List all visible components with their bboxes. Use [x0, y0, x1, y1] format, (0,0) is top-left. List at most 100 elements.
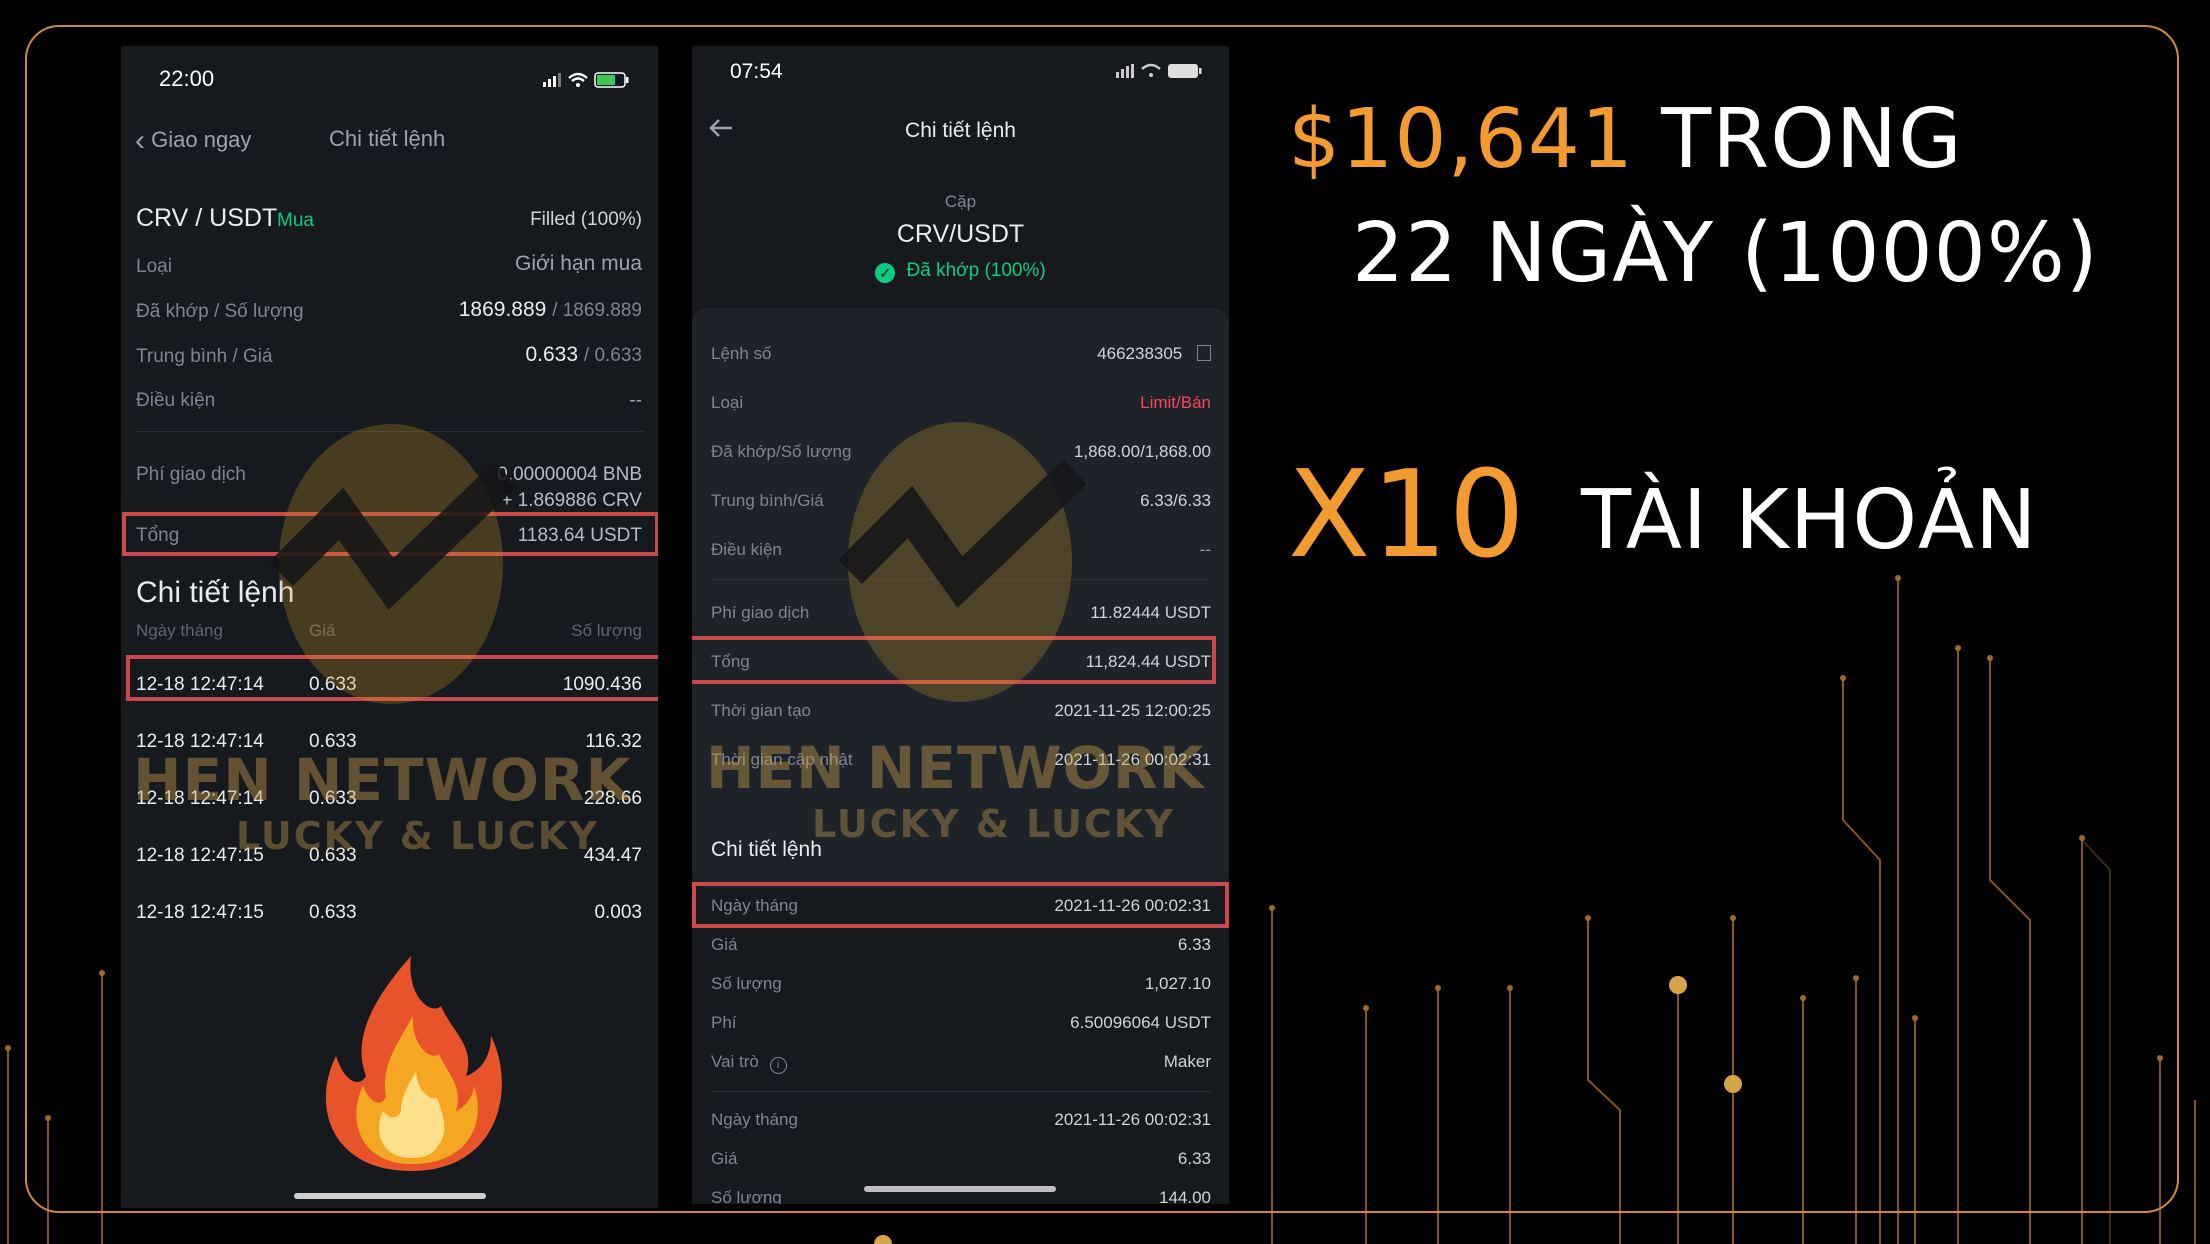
headline-accounts: TÀI KHOẢN [1580, 473, 2038, 568]
detail-fee-value: 6.50096064 USDT [1070, 1013, 1211, 1032]
trade-price: 0.633 [309, 845, 357, 866]
trade-price: 0.633 [309, 731, 357, 752]
home-indicator [864, 1186, 1056, 1192]
fee-value-1: 0,00000004 BNB [497, 464, 642, 485]
created-value: 2021-11-25 12:00:25 [1054, 701, 1211, 720]
details-title: Chi tiết lệnh [136, 576, 295, 609]
avg-amount: 0.633 [525, 343, 579, 366]
fee-label: Phí giao dịch [136, 464, 246, 485]
condition-value: -- [1199, 540, 1211, 559]
detail-price-value: 6.33 [1177, 1149, 1211, 1168]
check-circle-icon: ✓ [875, 263, 896, 283]
filled-value: 1,868.00/1,868.00 [1073, 442, 1211, 461]
headline-x10: X10 TÀI KHOẢN [1288, 446, 2037, 585]
phone-screenshot-left: 22:00 ‹ Giao ngay Chi tiết lệnh CRV / US… [121, 46, 658, 1208]
col-price: Giá [309, 621, 336, 640]
avg-value: 6.33/6.33 [1140, 491, 1211, 510]
side-badge: Mua [277, 210, 314, 231]
trade-date: 12-18 12:47:15 [136, 902, 264, 923]
updated-label: Thời gian cập nhật [711, 750, 853, 769]
trade-row: 12-18 12:47:14 0.633 228.66 [121, 780, 658, 820]
status-time: 07:54 [730, 60, 783, 83]
headline-line-2: 22 NGÀY (1000%) [1352, 206, 2099, 301]
headline-x10-text: X10 [1288, 446, 1526, 585]
fire-icon [325, 956, 502, 1171]
type-value: Limit/Bán [1140, 393, 1211, 412]
signal-wifi-battery-icon [1116, 63, 1202, 78]
order-no-label: Lệnh số [711, 344, 772, 363]
trade-row: 12-18 12:47:15 0.633 0.003 [121, 894, 658, 934]
highlight-trade-date [692, 882, 1229, 928]
detail-qty-label: Số lượng [711, 1188, 782, 1204]
pair-name: CRV/USDT [896, 220, 1025, 248]
detail-qty-label: Số lượng [711, 974, 782, 993]
detail-date-value: 2021-11-26 00:02:31 [1054, 1110, 1211, 1129]
trade-qty: 434.47 [583, 845, 642, 866]
headline-line-1: $10,641 TRONG [1288, 92, 1963, 187]
home-indicator [294, 1193, 486, 1199]
trade-price: 0.633 [309, 788, 357, 809]
filled-total: / 1869.889 [552, 300, 642, 321]
filled-amount: 1869.889 [458, 298, 547, 321]
back-button[interactable]: ‹ Giao ngay [135, 124, 251, 158]
type-label: Loại [711, 393, 744, 412]
fee-label: Phí giao dịch [711, 603, 810, 622]
info-icon[interactable]: i [769, 1057, 787, 1074]
divider [136, 431, 643, 432]
headline-amount: $10,641 [1288, 92, 1635, 187]
details-title: Chi tiết lệnh [711, 838, 822, 861]
signal-wifi-battery-icon [543, 72, 629, 88]
trade-qty: 116.32 [585, 731, 642, 752]
highlight-total [122, 512, 658, 556]
type-value: Giới hạn mua [515, 252, 642, 275]
phone-screenshot-right: 07:54 Chi tiết lệnh Cặp CRV/USDT ✓ Đã kh… [692, 46, 1229, 1204]
condition-label: Điều kiện [711, 540, 782, 559]
fee-value-2: + 1.869886 CRV [501, 490, 642, 511]
page-title: Chi tiết lệnh [905, 119, 1016, 142]
status-time: 22:00 [159, 66, 215, 91]
detail-date-label: Ngày tháng [711, 1110, 798, 1129]
detail-role-text: Vai trò [711, 1052, 759, 1071]
detail-price-label: Giá [711, 1149, 738, 1168]
detail-qty-value: 144.00 [1159, 1188, 1211, 1204]
filled-value: 1869.889 / 1869.889 [459, 298, 642, 322]
order-status: Filled (100%) [530, 209, 642, 230]
divider [711, 579, 1211, 580]
trade-qty: 228.66 [583, 788, 642, 809]
trade-date: 12-18 12:47:14 [136, 731, 264, 752]
divider [711, 1091, 1211, 1092]
avg-price: / 0.633 [583, 345, 642, 366]
col-date: Ngày tháng [136, 621, 223, 640]
condition-value: -- [629, 390, 642, 411]
detail-price-value: 6.33 [1177, 935, 1211, 954]
trade-row: 12-18 12:47:15 0.633 434.47 [121, 837, 658, 877]
updated-value: 2021-11-26 00:02:31 [1054, 750, 1211, 769]
trade-qty: 0.003 [594, 902, 642, 923]
detail-role-label: Vai trò i [711, 1052, 787, 1074]
chevron-left-icon: ‹ [135, 124, 145, 157]
detail-price-label: Giá [711, 935, 738, 954]
trade-date: 12-18 12:47:15 [136, 845, 264, 866]
trade-price: 0.633 [309, 902, 357, 923]
filled-label: Đã khớp/Số lượng [711, 442, 852, 461]
detail-fee-label: Phí [711, 1013, 737, 1032]
copy-icon[interactable] [1197, 345, 1211, 361]
order-no-text: 466238305 [1097, 344, 1183, 363]
filled-label: Đã khớp / Số lượng [136, 301, 304, 322]
pair-caption: Cặp [944, 192, 977, 211]
detail-role-value: Maker [1163, 1052, 1211, 1071]
avg-value: 0.633 / 0.633 [525, 343, 642, 367]
order-no-value: 466238305 [1097, 344, 1211, 364]
trade-row: 12-18 12:47:14 0.633 116.32 [121, 723, 658, 763]
back-label: Giao ngay [151, 127, 252, 152]
type-label: Loại [136, 256, 172, 277]
avg-label: Trung bình / Giá [136, 346, 273, 367]
detail-qty-value: 1,027.10 [1144, 974, 1211, 993]
avg-label: Trung bình/Giá [711, 491, 824, 510]
condition-label: Điều kiện [136, 390, 216, 411]
col-qty: Số lượng [571, 621, 642, 640]
fee-value: 11.82444 USDT [1090, 603, 1211, 622]
created-label: Thời gian tạo [711, 701, 811, 720]
highlight-total [692, 636, 1216, 684]
headline-trong: TRONG [1661, 92, 1963, 187]
